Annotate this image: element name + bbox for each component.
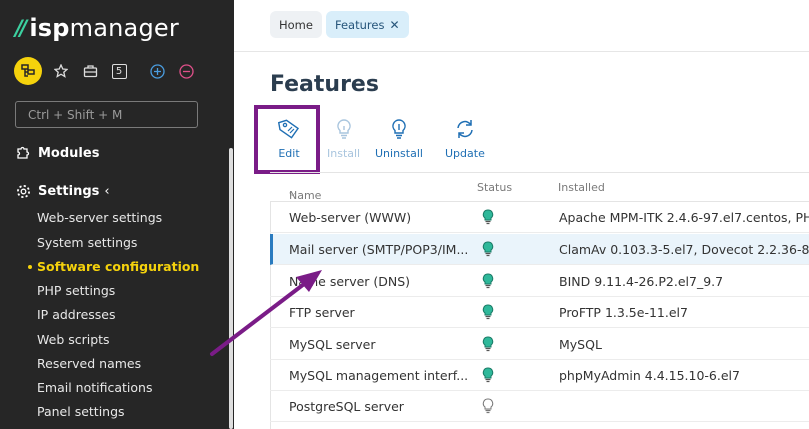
breadcrumb-label: Home bbox=[279, 17, 313, 32]
cell-installed: BIND 9.11.4-26.P2.el7_9.7 bbox=[559, 274, 724, 289]
chevron-left-icon: ‹ bbox=[104, 183, 110, 199]
status-on-icon bbox=[482, 209, 494, 228]
table-row[interactable]: MySQL server MySQL bbox=[270, 329, 809, 360]
update-button[interactable]: Update bbox=[445, 117, 485, 160]
logo-word-manager: manager bbox=[69, 14, 179, 42]
table-row[interactable]: FTP server ProFTP 1.3.5e-11.el7 bbox=[270, 297, 809, 328]
highlight-box bbox=[254, 105, 320, 174]
page-title: Features bbox=[270, 72, 379, 97]
search-input[interactable] bbox=[15, 101, 198, 128]
install-label: Install bbox=[327, 147, 361, 160]
cell-name: Web-server (WWW) bbox=[289, 210, 412, 225]
uninstall-label: Uninstall bbox=[375, 147, 423, 160]
update-label: Update bbox=[445, 147, 485, 160]
cell-name: MySQL management interf... bbox=[289, 368, 469, 383]
sidebar-item-system-settings[interactable]: System settings bbox=[37, 235, 137, 250]
star-icon[interactable] bbox=[51, 61, 71, 81]
sidebar-item-reserved-names[interactable]: Reserved names bbox=[37, 356, 141, 371]
gear-icon bbox=[15, 183, 31, 199]
breadcrumb-features[interactable]: Features ✕ bbox=[326, 11, 409, 38]
briefcase-icon[interactable] bbox=[80, 61, 100, 81]
status-on-icon bbox=[482, 367, 494, 386]
cell-installed: ProFTP 1.3.5e-11.el7 bbox=[559, 305, 688, 320]
sidebar-scrollbar[interactable] bbox=[229, 148, 233, 429]
active-indicator-icon bbox=[28, 265, 32, 269]
lightbulb-icon bbox=[336, 119, 351, 139]
sidebar-item-panel-settings[interactable]: Panel settings bbox=[37, 404, 125, 419]
sidebar-item-ip-addresses[interactable]: IP addresses bbox=[37, 307, 116, 322]
table-row[interactable]: PostgreSQL server bbox=[270, 391, 809, 422]
table-header: Name ⌵ Status Installed bbox=[270, 172, 809, 202]
sidebar: // isp manager 5 Modules bbox=[0, 0, 234, 429]
column-header-status[interactable]: Status bbox=[477, 181, 512, 194]
sidebar-item-modules[interactable]: Modules bbox=[15, 145, 99, 161]
logo-mark-icon: // bbox=[15, 16, 27, 40]
cell-installed: MySQL bbox=[559, 337, 602, 352]
close-icon[interactable]: ✕ bbox=[389, 18, 399, 32]
cell-installed: phpMyAdmin 4.4.15.10-6.el7 bbox=[559, 368, 740, 383]
lightbulb-off-icon bbox=[392, 119, 406, 139]
sidebar-item-php-settings[interactable]: PHP settings bbox=[37, 283, 115, 298]
status-on-icon bbox=[482, 273, 494, 292]
column-header-installed[interactable]: Installed bbox=[558, 181, 605, 194]
sidebar-item-label: Settings bbox=[38, 183, 100, 199]
sidebar-item-web-server-settings[interactable]: Web-server settings bbox=[37, 210, 162, 225]
table-row-selected[interactable]: Mail server (SMTP/POP3/IM... ClamAv 0.10… bbox=[270, 234, 809, 265]
install-button[interactable]: Install bbox=[327, 117, 360, 160]
minus-circle-icon[interactable] bbox=[176, 61, 196, 81]
table-row[interactable]: MySQL management interf... phpMyAdmin 4.… bbox=[270, 360, 809, 391]
status-off-icon bbox=[482, 398, 494, 417]
cell-name: FTP server bbox=[289, 305, 355, 320]
cell-installed: Apache MPM-ITK 2.4.6-97.el7.centos, PHP … bbox=[559, 210, 809, 225]
sidebar-item-settings[interactable]: Settings ‹ bbox=[15, 183, 110, 199]
tasks-counter[interactable]: 5 bbox=[109, 61, 129, 81]
status-on-icon bbox=[482, 304, 494, 323]
cell-name: PostgreSQL server bbox=[289, 399, 404, 414]
cell-name: MySQL server bbox=[289, 337, 376, 352]
status-on-icon bbox=[482, 241, 494, 260]
plus-circle-icon[interactable] bbox=[147, 61, 167, 81]
cell-installed: ClamAv 0.103.3-5.el7, Dovecot 2.2.36-8.e… bbox=[559, 242, 809, 257]
sidebar-iconbar: 5 bbox=[14, 57, 196, 85]
sidebar-item-email-notifications[interactable]: Email notifications bbox=[37, 380, 152, 395]
breadcrumb-label: Features bbox=[335, 17, 385, 32]
refresh-icon bbox=[457, 120, 473, 138]
puzzle-icon bbox=[15, 145, 31, 161]
user-menu-icon[interactable] bbox=[14, 57, 42, 85]
logo-word-isp: isp bbox=[29, 14, 70, 42]
status-on-icon bbox=[482, 336, 494, 355]
sidebar-item-label: Modules bbox=[38, 145, 100, 161]
sort-down-icon: ⌵ bbox=[289, 189, 296, 199]
table-row[interactable]: Web-server (WWW) Apache MPM-ITK 2.4.6-97… bbox=[270, 202, 809, 233]
breadcrumb-home[interactable]: Home bbox=[270, 11, 322, 38]
sidebar-item-web-scripts[interactable]: Web scripts bbox=[37, 332, 110, 347]
uninstall-button[interactable]: Uninstall bbox=[375, 117, 423, 160]
logo[interactable]: // isp manager bbox=[15, 14, 179, 42]
cell-name: Name server (DNS) bbox=[289, 274, 411, 289]
sidebar-item-software-configuration[interactable]: Software configuration bbox=[37, 259, 199, 274]
cell-name: Mail server (SMTP/POP3/IM... bbox=[289, 242, 469, 257]
table-row[interactable]: Name server (DNS) BIND 9.11.4-26.P2.el7_… bbox=[270, 266, 809, 297]
